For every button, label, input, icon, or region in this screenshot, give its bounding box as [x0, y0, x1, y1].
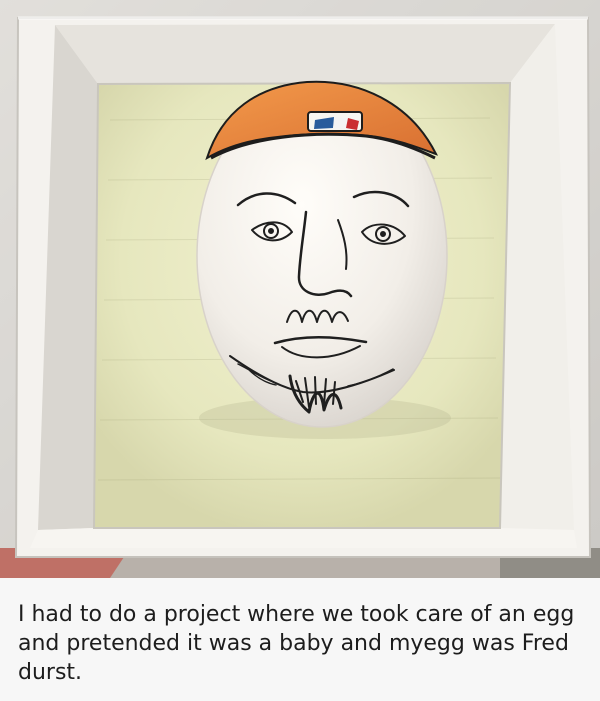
egg-box-photo — [0, 0, 600, 578]
box-top-inner-wall — [55, 24, 555, 84]
egg-subject — [196, 80, 448, 428]
post-caption: I had to do a project where we took care… — [18, 602, 575, 685]
box-bottom-inner-wall — [30, 528, 577, 548]
photo-illustration — [0, 0, 600, 578]
caption-area: I had to do a project where we took care… — [0, 578, 600, 701]
social-post: I had to do a project where we took care… — [0, 0, 600, 701]
